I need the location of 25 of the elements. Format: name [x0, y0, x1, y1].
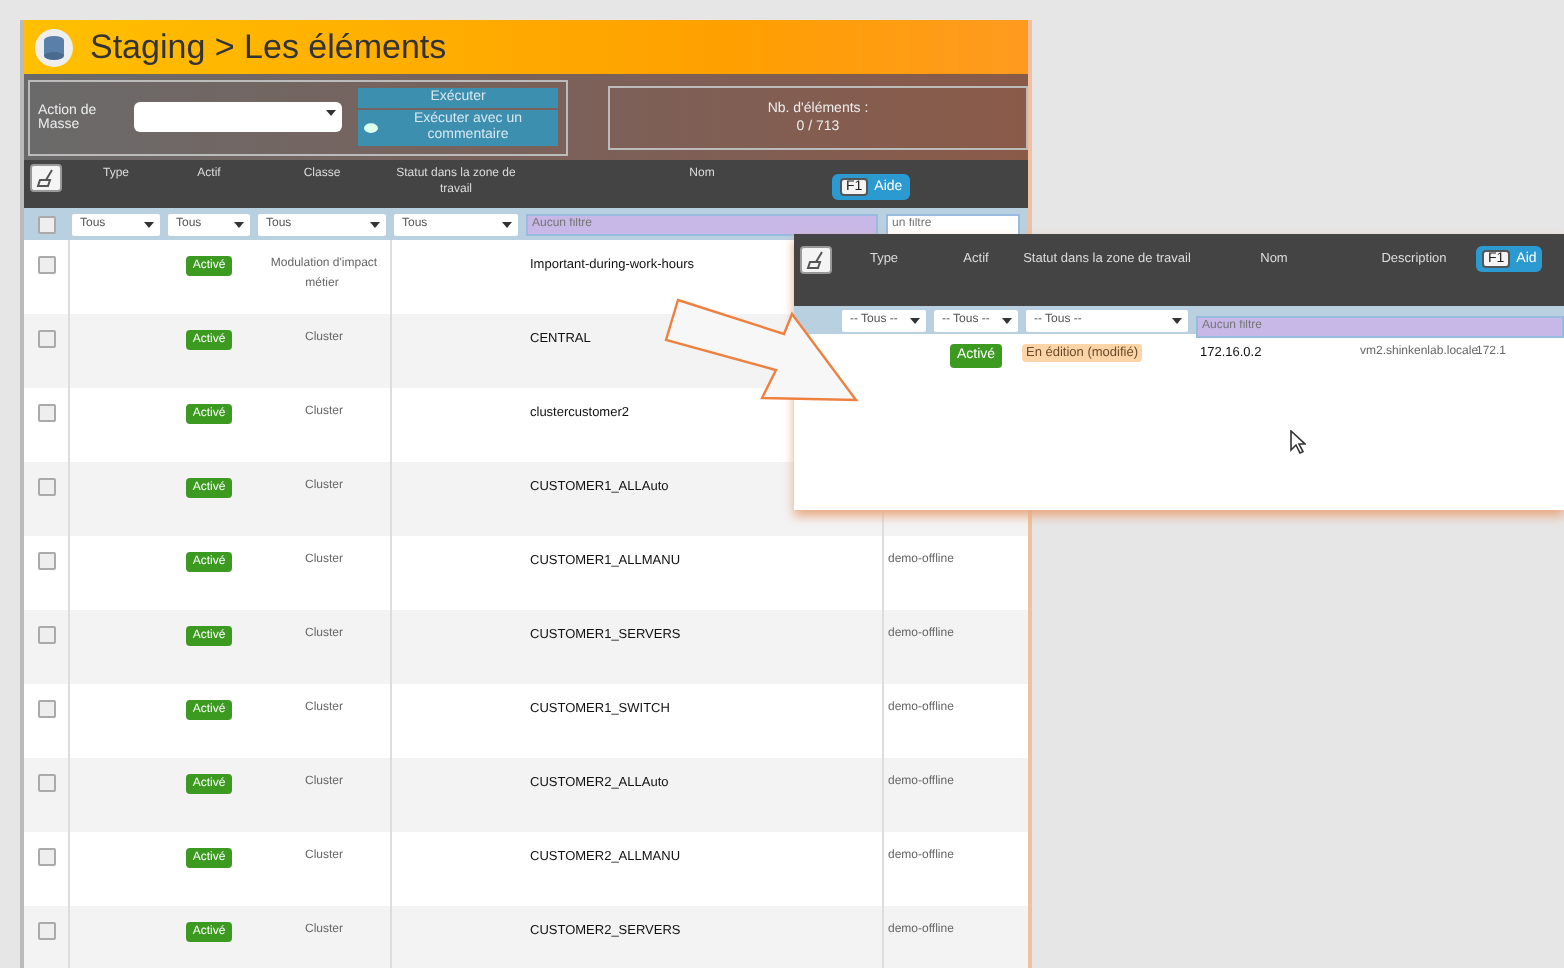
row-checkbox[interactable] [37, 256, 55, 274]
caret-icon [326, 110, 336, 116]
row-checkbox[interactable] [37, 774, 55, 792]
mouse-pointer-icon [1290, 430, 1306, 454]
caret-icon [1172, 317, 1182, 323]
row-checkbox[interactable] [37, 552, 55, 570]
caret-icon [370, 221, 380, 227]
row-checkbox[interactable] [37, 330, 55, 348]
broom-icon [806, 250, 826, 270]
caret-icon [234, 221, 244, 227]
row-checkbox[interactable] [37, 700, 55, 718]
row-checkbox[interactable] [37, 478, 55, 496]
broom-icon [36, 168, 56, 188]
caret-icon [144, 221, 154, 227]
page-title: Staging > Les éléments [90, 27, 447, 67]
row-checkbox[interactable] [37, 404, 55, 422]
select-all-checkbox[interactable] [37, 215, 55, 233]
clear-filter-button[interactable] [800, 246, 832, 274]
clear-filter-button[interactable] [30, 164, 62, 192]
row-checkbox[interactable] [37, 626, 55, 644]
database-icon [34, 27, 74, 67]
row-checkbox[interactable] [37, 922, 55, 940]
comment-icon [364, 121, 378, 136]
caret-icon [502, 221, 512, 227]
row-checkbox[interactable] [37, 848, 55, 866]
